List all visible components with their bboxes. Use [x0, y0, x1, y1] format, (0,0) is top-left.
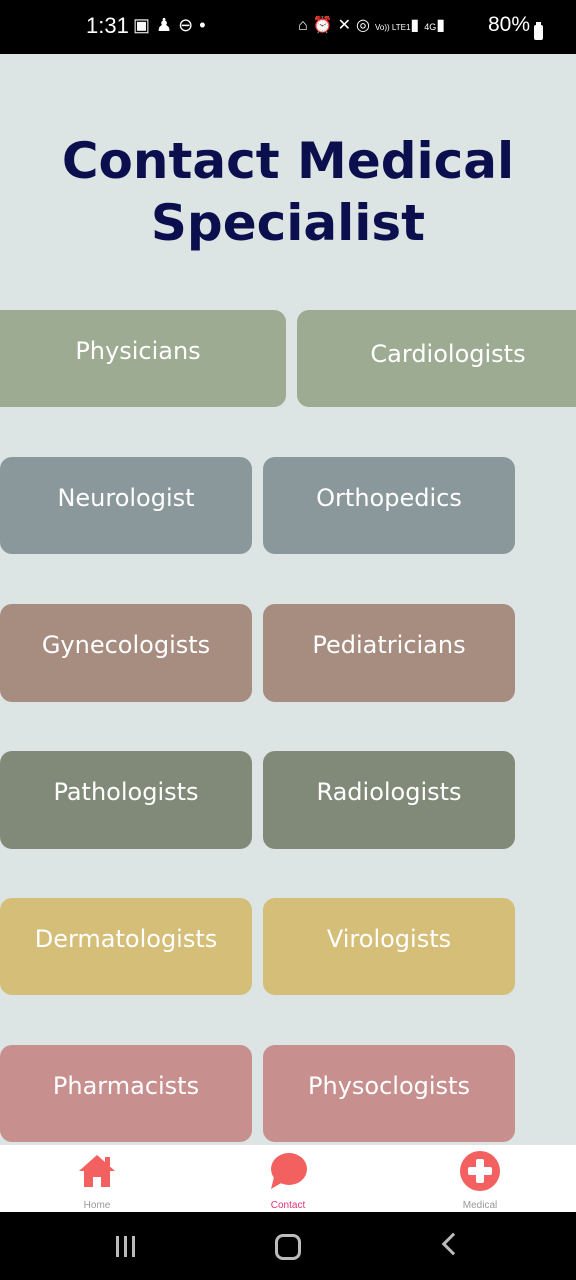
system-nav-bar [0, 1212, 576, 1280]
system-icons: ⌂⏰✕◎Vo)) LTE1▮4G▮ [298, 15, 450, 35]
orthopedics-button[interactable]: Orthopedics [263, 457, 515, 554]
medical-cross-icon [460, 1151, 500, 1191]
neurologist-button[interactable]: Neurologist [0, 457, 252, 554]
system-home-icon[interactable] [275, 1234, 301, 1260]
page-title-line2: Specialist [150, 194, 426, 252]
nav-contact[interactable]: Contact [238, 1145, 338, 1213]
home-icon [77, 1151, 117, 1191]
virologists-button[interactable]: Virologists [263, 898, 515, 995]
recents-icon[interactable] [116, 1236, 140, 1261]
chat-bubble-icon [268, 1151, 308, 1191]
dnd-icon: ⊖ [178, 15, 200, 35]
image-icon: ▣ [133, 15, 157, 35]
pediatricians-button[interactable]: Pediatricians [263, 604, 515, 702]
4g-icon: 4G [424, 22, 437, 32]
physoclogists-button[interactable]: Physoclogists [263, 1045, 515, 1142]
notification-icons: ▣♟⊖• [133, 15, 212, 36]
dot-icon: • [199, 15, 212, 35]
dermatologists-button[interactable]: Dermatologists [0, 898, 252, 995]
mute-icon: ✕ [337, 17, 356, 34]
snapchat-icon: ♟ [156, 15, 179, 35]
page-title-line1: Contact Medical [61, 132, 515, 190]
page-title: Contact Medical Specialist [0, 130, 576, 254]
alarm-icon: ⏰ [312, 17, 338, 34]
hotspot-icon: ◎ [356, 17, 375, 34]
pharmacists-button[interactable]: Pharmacists [0, 1045, 252, 1142]
signal-icon: ▮ [410, 17, 425, 34]
physicians-button[interactable]: Physicians [0, 310, 286, 407]
signal-icon: ▮ [436, 17, 451, 34]
radiologists-button[interactable]: Radiologists [263, 751, 515, 849]
gynecologists-button[interactable]: Gynecologists [0, 604, 252, 702]
back-icon[interactable] [441, 1232, 465, 1256]
bottom-nav: Home Contact Medical [0, 1144, 576, 1213]
pathologists-button[interactable]: Pathologists [0, 751, 252, 849]
battery-saver-icon: ⌂ [298, 17, 313, 34]
nav-home[interactable]: Home [47, 1145, 147, 1213]
nav-medical-label: Medical [462, 1200, 498, 1211]
volte-icon: Vo)) LTE1 [374, 23, 411, 32]
cardiologists-button[interactable]: Cardiologists [297, 310, 576, 407]
battery-icon [534, 22, 543, 40]
nav-home-label: Home [83, 1200, 111, 1211]
nav-medical[interactable]: Medical [430, 1145, 530, 1213]
status-time: 1:31 [86, 13, 129, 38]
status-bar: 1:31 ▣♟⊖• ⌂⏰✕◎Vo)) LTE1▮4G▮ 80% [0, 0, 576, 54]
battery-percent: 80% [488, 13, 531, 36]
nav-contact-label: Contact [270, 1200, 306, 1211]
